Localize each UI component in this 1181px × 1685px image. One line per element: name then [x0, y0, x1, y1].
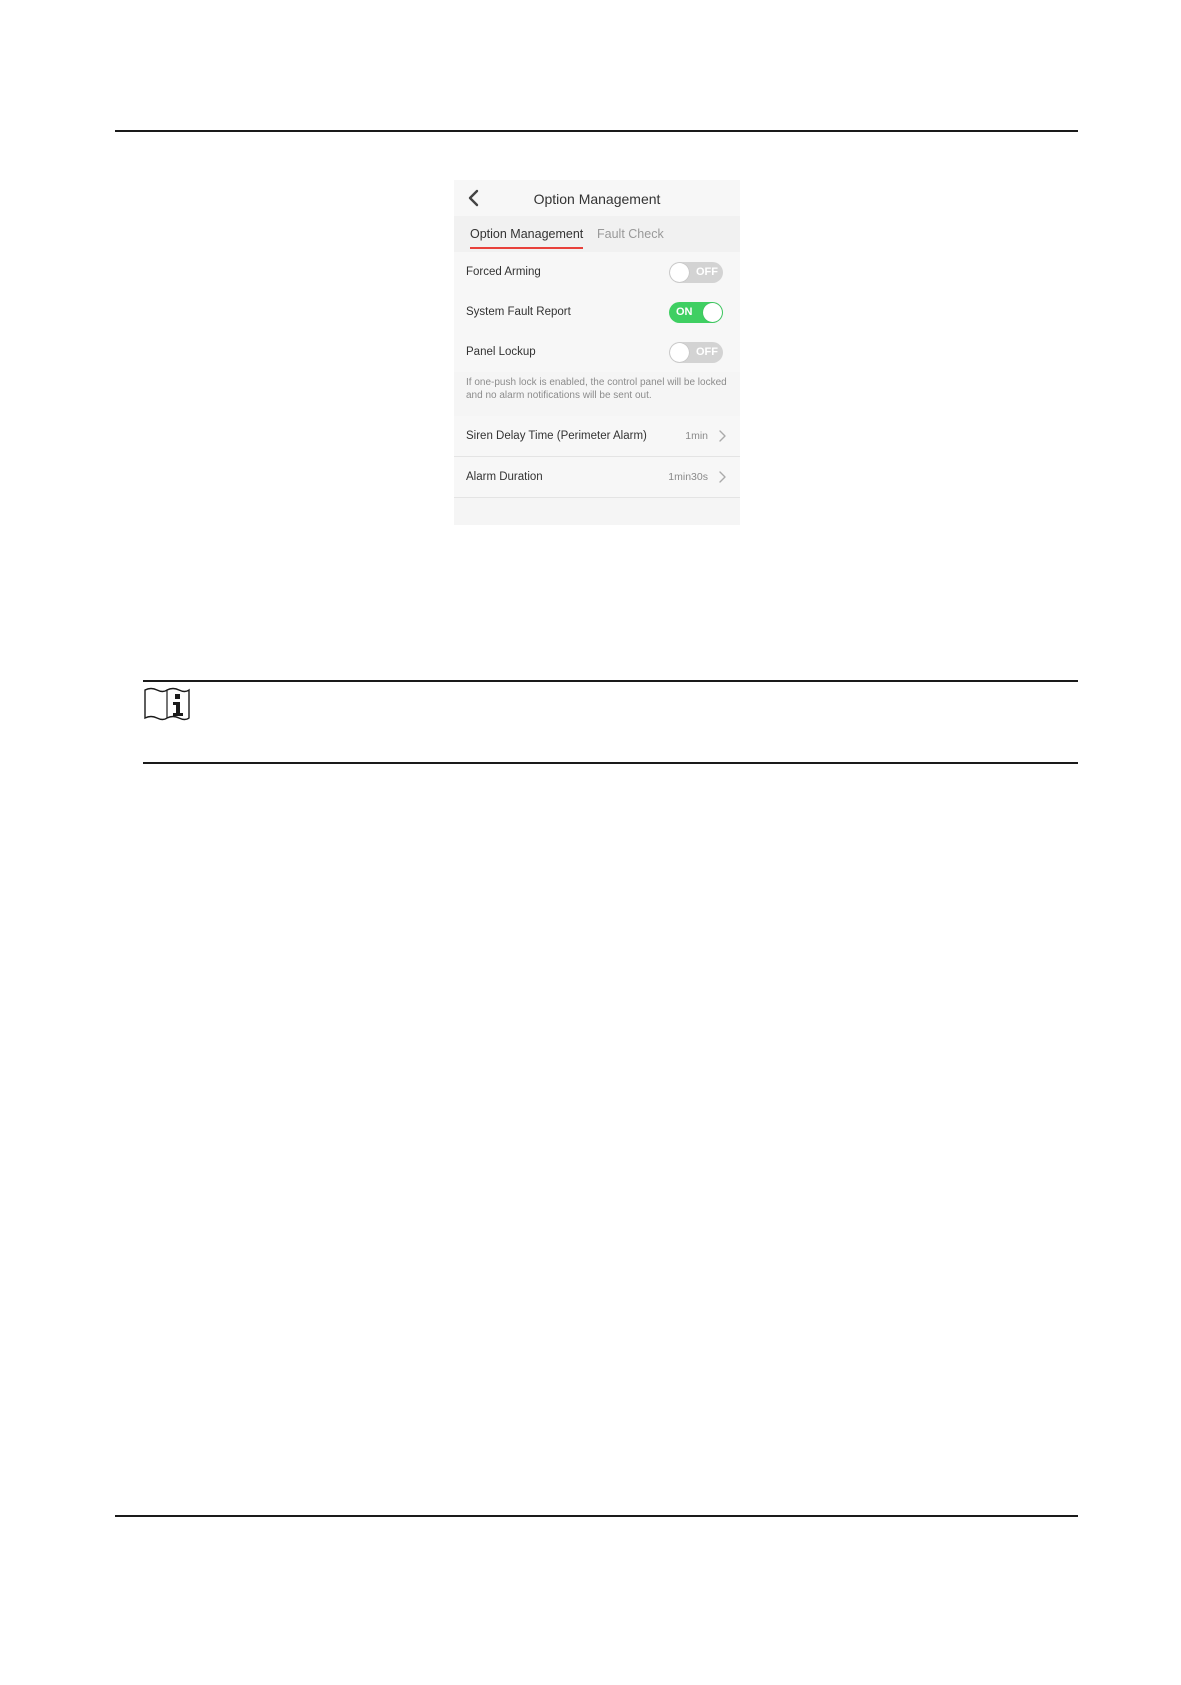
chevron-right-icon: [719, 430, 726, 442]
siren-delay-row[interactable]: Siren Delay Time (Perimeter Alarm) 1min: [454, 416, 740, 457]
panel-lockup-label: Panel Lockup: [466, 346, 536, 358]
system-fault-report-row: System Fault Report ON: [454, 292, 740, 332]
alarm-duration-label: Alarm Duration: [466, 471, 543, 483]
tab-fault-check[interactable]: Fault Check: [597, 216, 664, 252]
toggle-state-text: OFF: [696, 266, 718, 278]
app-screenshot: Option Management Option Management Faul…: [454, 180, 740, 525]
panel-lockup-hint: If one-push lock is enabled, the control…: [466, 377, 727, 401]
toggle-state-text: ON: [676, 306, 693, 318]
chevron-right-icon: [719, 471, 726, 483]
page-title: Option Management: [533, 191, 661, 207]
system-fault-report-label: System Fault Report: [466, 306, 571, 318]
toggle-knob: [670, 263, 689, 282]
info-book-icon: [144, 687, 190, 721]
toggle-state-text: OFF: [696, 346, 718, 358]
siren-delay-value: 1min: [685, 430, 708, 442]
note-rule-bottom: [143, 762, 1078, 764]
toggle-knob: [670, 343, 689, 362]
toggle-knob: [703, 303, 722, 322]
alarm-duration-row[interactable]: Alarm Duration 1min30s: [454, 457, 740, 498]
panel-lockup-toggle[interactable]: OFF: [669, 342, 723, 363]
forced-arming-row: Forced Arming OFF: [454, 252, 740, 292]
forced-arming-label: Forced Arming: [466, 266, 541, 278]
nav-bar: Option Management: [454, 180, 740, 216]
alarm-duration-value: 1min30s: [668, 471, 708, 483]
tab-option-management[interactable]: Option Management: [470, 216, 584, 252]
panel-lockup-row: Panel Lockup OFF: [454, 332, 740, 372]
footer-rule: [115, 1515, 1078, 1517]
note-rule-top: [143, 680, 1078, 682]
system-fault-report-toggle[interactable]: ON: [669, 302, 723, 323]
header-rule: [115, 130, 1078, 132]
siren-delay-label: Siren Delay Time (Perimeter Alarm): [466, 430, 647, 442]
tab-bar: Option Management Fault Check: [454, 216, 740, 252]
forced-arming-toggle[interactable]: OFF: [669, 262, 723, 283]
